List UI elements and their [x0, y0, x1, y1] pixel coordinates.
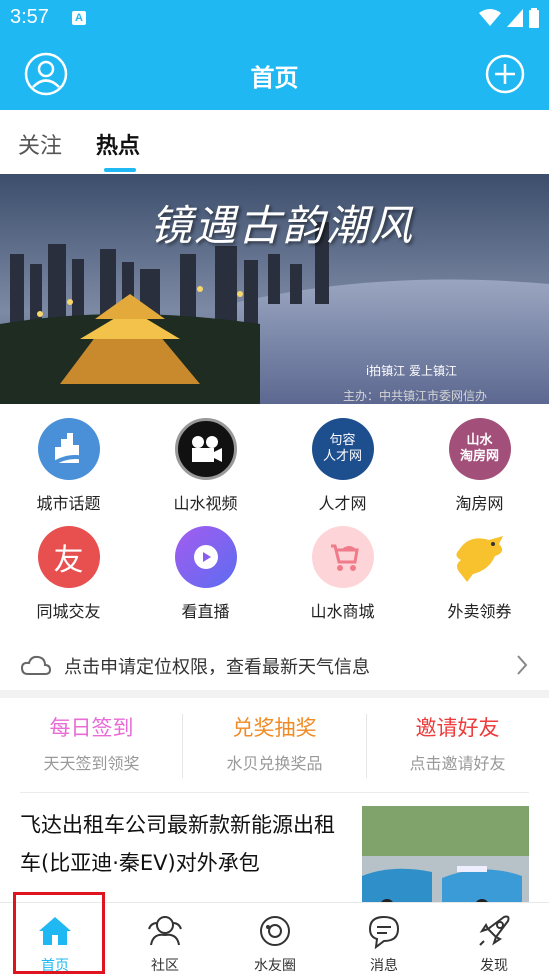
- grid-label: 山水商城: [310, 602, 375, 621]
- grid-item-house[interactable]: 山水 淘房网 淘房网: [411, 418, 548, 514]
- news-item[interactable]: 飞达出租车公司最新款新能源出租车(比亚迪·秦EV)对外承包: [0, 796, 549, 902]
- house-net-icon: 山水 淘房网: [448, 418, 511, 480]
- tab-community[interactable]: 社区: [110, 903, 220, 977]
- weather-permission-bar[interactable]: 点击申请定位权限，查看最新天气信息: [0, 642, 549, 688]
- friends-icon: 友: [37, 526, 100, 588]
- action-title: 兑奖抽奖: [232, 716, 317, 740]
- action-title: 邀请好友: [415, 716, 500, 740]
- talent-net-icon: 句容 人才网: [311, 418, 374, 480]
- tab-discover[interactable]: 发现: [439, 903, 549, 977]
- action-subtitle: 水贝兑换奖品: [226, 754, 323, 773]
- city-topic-icon: [37, 418, 100, 480]
- feed-tabs: 关注 热点: [0, 110, 549, 174]
- battery-icon: [529, 8, 539, 28]
- daily-checkin-button[interactable]: 每日签到 天天签到领奖: [0, 712, 183, 774]
- grid-item-city-topic[interactable]: 城市话题: [0, 418, 137, 514]
- banner-subtitle: i拍镇江 爱上镇江: [365, 364, 457, 378]
- grid-item-talent[interactable]: 句容 人才网 人才网: [274, 418, 411, 514]
- news-headline: 飞达出租车公司最新款新能源出租车(比亚迪·秦EV)对外承包: [20, 813, 335, 875]
- banner-organizer: 主办：中共镇江市委网信办: [342, 389, 487, 403]
- grid-item-live[interactable]: 看直播: [137, 526, 274, 622]
- tab-hot[interactable]: 热点: [96, 128, 140, 160]
- section-divider: [0, 690, 549, 698]
- planet-icon: [260, 916, 290, 946]
- promo-banner[interactable]: 镜遇古韵潮风 i拍镇江 爱上镇江 主办：中共镇江市委网信办: [0, 174, 549, 404]
- divider: [20, 792, 529, 793]
- banner-title: 镜遇古韵潮风: [150, 201, 415, 250]
- wifi-icon: [479, 9, 501, 26]
- grid-label: 城市话题: [36, 494, 101, 513]
- signal-icon: [507, 9, 523, 27]
- active-tab-indicator: [104, 168, 136, 172]
- tab-label: 水友圈: [254, 958, 296, 974]
- chevron-right-icon: [517, 655, 528, 675]
- grid-item-mall[interactable]: 山水商城: [274, 526, 411, 622]
- action-subtitle: 天天签到领奖: [43, 754, 140, 773]
- notification-badge: A: [72, 11, 86, 25]
- news-thumbnail: [362, 806, 529, 902]
- tab-label: 社区: [151, 958, 179, 974]
- cloud-icon: [20, 655, 52, 675]
- grid-item-friends[interactable]: 友 同城交友: [0, 526, 137, 622]
- grid-item-coupon[interactable]: 外卖领券: [411, 526, 548, 622]
- grid-label: 同城交友: [36, 602, 101, 621]
- tab-follow[interactable]: 关注: [18, 128, 62, 160]
- tab-messages[interactable]: 消息: [329, 903, 439, 977]
- kangaroo-icon: [449, 526, 511, 588]
- grid-label: 淘房网: [455, 494, 504, 513]
- rocket-icon: [479, 915, 510, 946]
- app-header: 首页: [0, 38, 549, 110]
- page-title: 首页: [250, 64, 299, 92]
- tab-label: 发现: [480, 958, 508, 974]
- stroller-icon: [311, 526, 374, 588]
- action-title: 每日签到: [49, 716, 134, 740]
- action-subtitle: 点击邀请好友: [409, 754, 506, 773]
- grid-label: 山水视频: [173, 494, 238, 513]
- grid-label: 看直播: [181, 602, 230, 621]
- selection-highlight-box: [13, 892, 105, 974]
- grid-item-video[interactable]: 山水视频: [137, 418, 274, 514]
- video-camera-icon: [174, 418, 237, 480]
- status-time: 3:57: [10, 6, 49, 28]
- community-icon: [148, 916, 182, 946]
- chat-bubble-icon: [368, 915, 400, 950]
- lottery-button[interactable]: 兑奖抽奖 水贝兑换奖品: [183, 712, 366, 774]
- invite-friends-button[interactable]: 邀请好友 点击邀请好友: [366, 712, 549, 774]
- add-icon[interactable]: [485, 54, 525, 94]
- play-icon: [174, 526, 237, 588]
- grid-label: 外卖领券: [447, 602, 512, 621]
- weather-text: 点击申请定位权限，查看最新天气信息: [64, 657, 370, 678]
- quick-actions: 每日签到 天天签到领奖 兑奖抽奖 水贝兑换奖品 邀请好友 点击邀请好友: [0, 712, 549, 784]
- status-bar: 3:57 A: [0, 0, 549, 38]
- tab-label: 消息: [370, 958, 398, 974]
- tab-circle[interactable]: 水友圈: [220, 903, 330, 977]
- grid-label: 人才网: [318, 494, 367, 513]
